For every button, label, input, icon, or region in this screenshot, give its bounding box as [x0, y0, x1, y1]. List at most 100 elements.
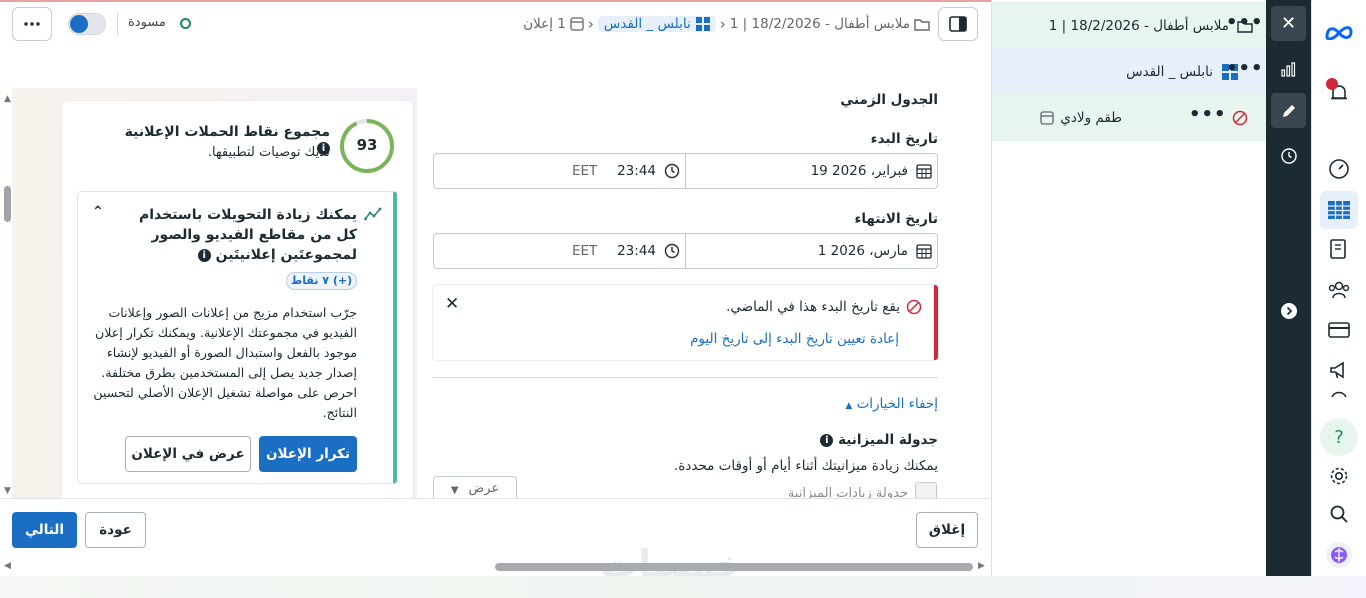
- recommendation-body: جرّب استخدام مزيج من إعلانات الصور وإعلا…: [93, 305, 357, 420]
- ai-assistant-button[interactable]: [1320, 535, 1358, 573]
- clock-icon: [664, 163, 680, 179]
- close-button[interactable]: إغلاق: [916, 512, 978, 548]
- start-time-value: 23:44: [617, 163, 656, 179]
- score-subtitle: لديك توصيات لتطبيقها.: [207, 145, 330, 160]
- arc-icon: [1331, 391, 1347, 398]
- expand-button[interactable]: [1271, 293, 1306, 328]
- end-date-label: تاريخ الانتهاء: [854, 211, 938, 227]
- billing-button[interactable]: [1320, 311, 1358, 349]
- field-divider: [685, 154, 686, 188]
- score-title-text: مجموع نقاط الحملات الإعلانية: [124, 124, 330, 140]
- dashboard-button[interactable]: [1320, 150, 1358, 188]
- reset-start-date-link[interactable]: إعادة تعيين تاريخ البدء إلى تاريخ اليوم: [560, 331, 899, 347]
- tree-campaign-label: ملابس أطفال - 18/2/2026 | 1: [1048, 17, 1229, 34]
- meta-logo-icon: [1325, 26, 1353, 40]
- end-datetime-field: 1 مارس، 2026 EET 23:44: [433, 233, 938, 269]
- recommendation-heading: يمكنك زيادة التحويلات باستخدام كل من مقا…: [126, 205, 357, 265]
- breadcrumb-ad-count[interactable]: 1 إعلان: [523, 16, 566, 32]
- breadcrumb: ملابس أطفال - 18/2/2026 | 1 ‹ نابلس _ ال…: [470, 10, 930, 38]
- close-icon: ✕: [1280, 13, 1297, 34]
- search-button[interactable]: [1320, 495, 1358, 533]
- ad-more-icon[interactable]: •••: [1189, 104, 1227, 125]
- breadcrumb-adset[interactable]: نابلس _ القدس: [597, 16, 716, 32]
- recommendation-heading-text: يمكنك زيادة التحويلات باستخدام كل من مقا…: [138, 207, 357, 263]
- end-date-input[interactable]: 1 مارس، 2026: [692, 234, 932, 268]
- view-select-value: عرض: [468, 481, 500, 496]
- divider: [433, 377, 938, 378]
- breadcrumb-campaign[interactable]: ملابس أطفال - 18/2/2026 | 1: [730, 16, 910, 32]
- scroll-left-icon[interactable]: ◀: [4, 561, 11, 571]
- start-time-input[interactable]: EET 23:44: [444, 154, 680, 188]
- clock-icon: [1280, 147, 1297, 164]
- next-button[interactable]: التالي: [12, 512, 77, 548]
- end-timezone: EET: [572, 243, 598, 259]
- caret-up-icon: ▲: [845, 401, 853, 411]
- draft-label: مسودة: [128, 15, 166, 30]
- budget-increase-label: جدولة زيادات الميزانية: [787, 486, 908, 498]
- calendar-icon: [916, 164, 932, 179]
- chevron-left-icon: ‹: [587, 15, 594, 33]
- ad-icon: [570, 17, 584, 31]
- clock-icon: [664, 243, 680, 259]
- scroll-down-icon[interactable]: ▼: [4, 486, 11, 496]
- ads-manager-button[interactable]: [1320, 191, 1358, 229]
- field-divider: [685, 234, 686, 268]
- warning-message: يقع تاريخ البدء هذا في الماضي.: [726, 299, 900, 315]
- pencil-icon: [1282, 104, 1295, 117]
- more-icon: [24, 22, 40, 26]
- start-date-value: 19 فبراير، 2026: [810, 163, 908, 179]
- collapse-chevron-icon[interactable]: ⌃: [92, 204, 104, 220]
- book-icon: [1330, 239, 1346, 259]
- vertical-scrollbar[interactable]: [4, 186, 11, 222]
- end-time-value: 23:44: [617, 243, 656, 259]
- settings-button[interactable]: [1320, 457, 1358, 495]
- start-date-warning: [433, 285, 938, 360]
- duplicate-ad-button[interactable]: تكرار الإعلان: [259, 436, 357, 472]
- start-date-input[interactable]: 19 فبراير، 2026: [692, 154, 932, 188]
- campaign-tree: ملابس أطفال - 18/2/2026 | 1 نابلس _ القد…: [991, 0, 1267, 576]
- notifications-button[interactable]: [1320, 74, 1358, 112]
- charts-button[interactable]: [1271, 51, 1306, 86]
- draft-toggle[interactable]: [68, 13, 106, 35]
- more-options-button[interactable]: [12, 7, 52, 41]
- search-icon: [1330, 505, 1348, 523]
- adset-more-icon[interactable]: •••: [1226, 58, 1264, 79]
- audiences-button[interactable]: [1320, 271, 1358, 309]
- scroll-right-icon[interactable]: ▶: [978, 561, 985, 571]
- meta-logo[interactable]: [1320, 13, 1358, 51]
- draft-status-icon: [180, 18, 191, 29]
- budget-increase-checkbox[interactable]: [915, 482, 937, 498]
- catalog-button[interactable]: [1320, 230, 1358, 268]
- start-timezone: EET: [572, 163, 598, 179]
- help-icon: ?: [1334, 426, 1344, 448]
- end-time-input[interactable]: EET 23:44: [444, 234, 680, 268]
- campaign-more-icon[interactable]: •••: [1226, 12, 1264, 33]
- folder-icon: [914, 19, 930, 31]
- scroll-up-icon[interactable]: ▲: [4, 94, 11, 104]
- chevron-right-circle-icon: [1280, 302, 1297, 319]
- info-icon[interactable]: i: [820, 433, 834, 447]
- help-button[interactable]: ?: [1320, 418, 1358, 456]
- horizontal-scrollbar[interactable]: [495, 563, 973, 571]
- error-icon: [906, 299, 922, 315]
- gear-icon: [1330, 467, 1348, 485]
- hide-options-link[interactable]: إخفاء الخيارات ▲: [780, 396, 938, 412]
- megaphone-icon: [1330, 361, 1344, 379]
- hide-options-label: إخفاء الخيارات: [856, 396, 938, 412]
- blocked-icon: [1232, 110, 1248, 125]
- close-icon[interactable]: ✕: [445, 294, 459, 314]
- back-button[interactable]: عودة: [85, 512, 146, 548]
- budget-schedule-title-text: جدولة الميزانية: [838, 432, 938, 448]
- window-bottom-strip: [0, 576, 1366, 598]
- toggle-panel-button[interactable]: [938, 7, 978, 41]
- more-nav-indicator[interactable]: [1320, 386, 1358, 402]
- info-icon[interactable]: i: [197, 248, 211, 262]
- edit-button[interactable]: [1271, 93, 1306, 128]
- view-in-ad-button[interactable]: عرض في الإعلان: [125, 436, 251, 472]
- view-select[interactable]: ▼ عرض: [433, 476, 517, 498]
- campaigns-button[interactable]: [1320, 351, 1358, 389]
- history-button[interactable]: [1271, 138, 1306, 173]
- end-date-value: 1 مارس، 2026: [817, 243, 908, 259]
- bar-chart-icon: [1280, 61, 1295, 77]
- close-editor-button[interactable]: ✕: [1271, 6, 1306, 41]
